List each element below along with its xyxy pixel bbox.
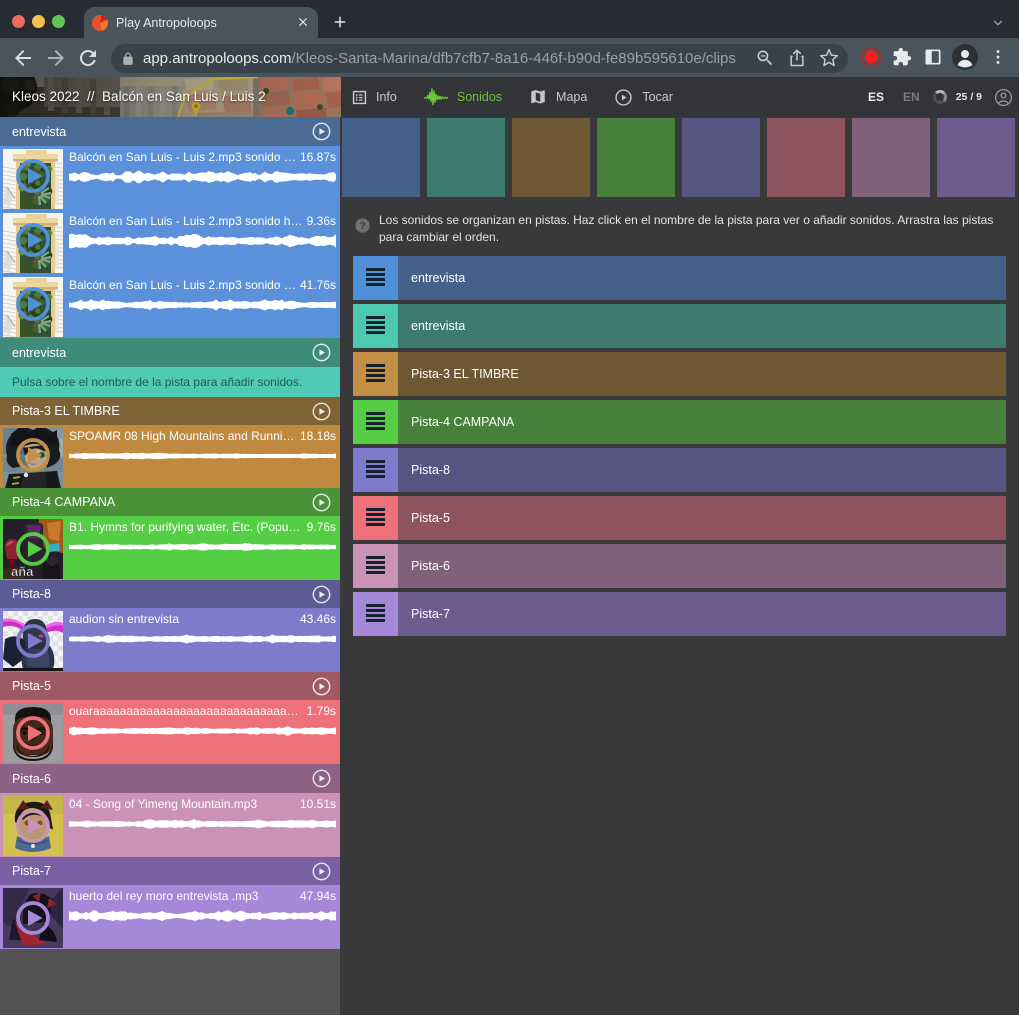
svg-text:?: ? [359, 221, 365, 232]
svg-text:aña: aña [11, 564, 34, 579]
